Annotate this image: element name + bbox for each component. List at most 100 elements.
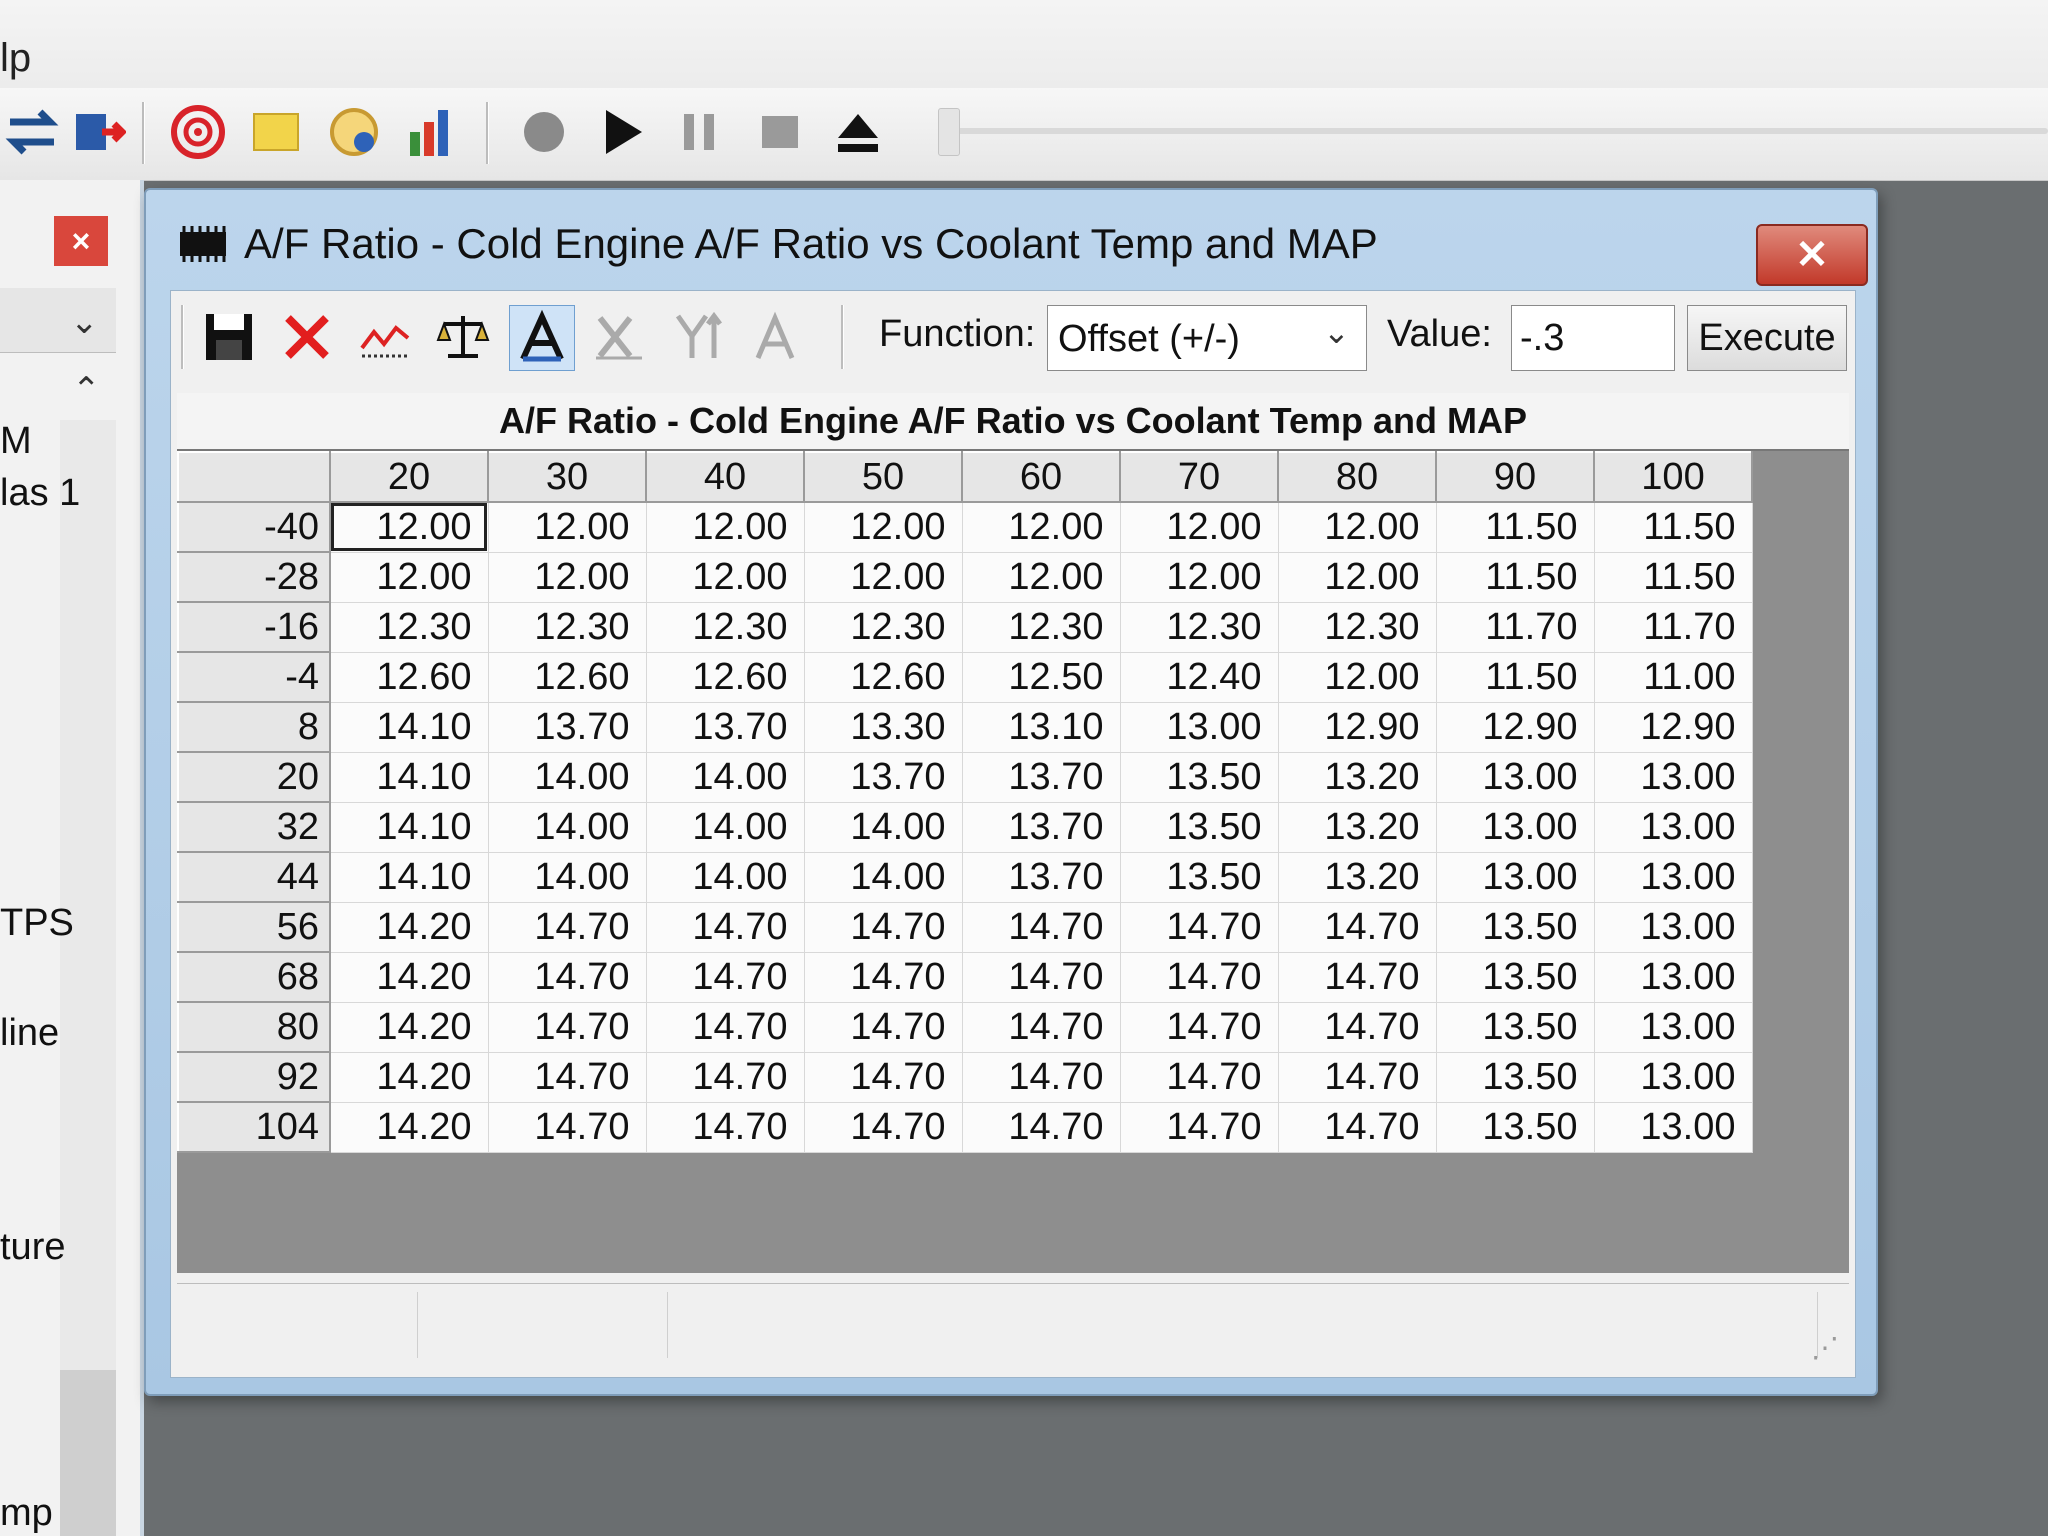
table-cell[interactable]: 13.00: [1593, 1101, 1753, 1153]
table-cell[interactable]: 14.10: [329, 701, 489, 753]
font-a-icon[interactable]: [743, 305, 807, 369]
table-cell[interactable]: 14.20: [329, 951, 489, 1003]
menu-help[interactable]: lp: [0, 36, 31, 81]
left-scroll-thumb[interactable]: [60, 1370, 116, 1536]
column-header[interactable]: 40: [645, 451, 805, 503]
table-cell[interactable]: 14.70: [1277, 1051, 1437, 1103]
table-cell[interactable]: 13.50: [1119, 751, 1279, 803]
table-cell[interactable]: 13.00: [1593, 951, 1753, 1003]
table-cell[interactable]: 12.00: [1277, 551, 1437, 603]
table-cell[interactable]: 14.10: [329, 851, 489, 903]
function-select[interactable]: Offset (+/-): [1047, 305, 1367, 371]
table-cell[interactable]: 14.70: [1119, 1051, 1279, 1103]
table-cell[interactable]: 14.70: [645, 951, 805, 1003]
table-cell[interactable]: 12.90: [1435, 701, 1595, 753]
save-icon[interactable]: [197, 305, 261, 369]
table-cell[interactable]: 13.00: [1593, 901, 1753, 953]
table-cell[interactable]: 14.70: [1277, 1001, 1437, 1053]
execute-button[interactable]: Execute: [1687, 305, 1847, 371]
table-cell[interactable]: 12.00: [487, 501, 647, 553]
table-cell[interactable]: 14.70: [487, 901, 647, 953]
left-scrollbar[interactable]: [60, 420, 116, 1536]
table-cell[interactable]: 13.10: [961, 701, 1121, 753]
table-cell[interactable]: 14.70: [803, 951, 963, 1003]
table-cell[interactable]: 14.00: [803, 851, 963, 903]
table-cell[interactable]: 14.70: [645, 1001, 805, 1053]
transfer-arrows-icon[interactable]: [0, 100, 64, 164]
table-cell[interactable]: 13.00: [1119, 701, 1279, 753]
table-cell[interactable]: 12.90: [1593, 701, 1753, 753]
table-cell[interactable]: 14.70: [645, 1051, 805, 1103]
table-cell[interactable]: 12.30: [961, 601, 1121, 653]
table-cell[interactable]: 14.70: [961, 901, 1121, 953]
table-cell[interactable]: 14.70: [961, 1101, 1121, 1153]
table-cell[interactable]: 14.70: [487, 1051, 647, 1103]
table-cell[interactable]: 13.20: [1277, 801, 1437, 853]
table-cell[interactable]: 12.30: [803, 601, 963, 653]
table-cell[interactable]: 11.00: [1593, 651, 1753, 703]
table-cell[interactable]: 12.30: [487, 601, 647, 653]
table-cell[interactable]: 13.00: [1435, 801, 1595, 853]
target-icon[interactable]: [166, 100, 230, 164]
row-header[interactable]: 80: [177, 1001, 331, 1053]
dialog-close-button[interactable]: ✕: [1756, 224, 1868, 286]
table-cell[interactable]: 12.30: [1119, 601, 1279, 653]
table-cell[interactable]: 12.40: [1119, 651, 1279, 703]
table-cell[interactable]: 13.70: [487, 701, 647, 753]
table-cell[interactable]: 14.00: [487, 801, 647, 853]
stop-icon[interactable]: [748, 100, 812, 164]
table-cell[interactable]: 11.50: [1435, 551, 1595, 603]
table-cell[interactable]: 14.70: [1119, 1101, 1279, 1153]
table-cell[interactable]: 12.30: [1277, 601, 1437, 653]
table-cell[interactable]: 14.70: [1277, 901, 1437, 953]
row-header[interactable]: 56: [177, 901, 331, 953]
table-cell[interactable]: 14.00: [487, 851, 647, 903]
table-cell[interactable]: 12.60: [645, 651, 805, 703]
table-cell[interactable]: 12.30: [329, 601, 489, 653]
row-header[interactable]: -4: [177, 651, 331, 703]
table-cell[interactable]: 14.20: [329, 1051, 489, 1103]
table-cell[interactable]: 13.70: [961, 751, 1121, 803]
table-cell[interactable]: 13.50: [1119, 851, 1279, 903]
left-panel-close-button[interactable]: ×: [54, 216, 108, 266]
column-header[interactable]: 90: [1435, 451, 1595, 503]
table-cell[interactable]: 14.10: [329, 801, 489, 853]
record-icon[interactable]: [512, 100, 576, 164]
column-header[interactable]: 30: [487, 451, 647, 503]
seek-track[interactable]: [950, 128, 2048, 134]
table-cell[interactable]: 14.70: [803, 1001, 963, 1053]
table-cell[interactable]: 14.00: [645, 801, 805, 853]
table-cell[interactable]: 14.70: [803, 1051, 963, 1103]
row-header[interactable]: 32: [177, 801, 331, 853]
table-cell[interactable]: 11.70: [1593, 601, 1753, 653]
table-cell[interactable]: 12.60: [803, 651, 963, 703]
table-cell[interactable]: 13.00: [1435, 751, 1595, 803]
table-cell[interactable]: 12.00: [961, 501, 1121, 553]
table-cell[interactable]: 12.00: [803, 501, 963, 553]
graph-icon[interactable]: [353, 305, 417, 369]
table-cell[interactable]: 13.00: [1593, 1051, 1753, 1103]
table-cell[interactable]: 12.00: [645, 551, 805, 603]
table-cell[interactable]: 12.60: [487, 651, 647, 703]
delete-icon[interactable]: [275, 305, 339, 369]
table-cell[interactable]: 14.70: [1119, 1001, 1279, 1053]
table-cell[interactable]: 12.50: [961, 651, 1121, 703]
table-cell[interactable]: 13.00: [1435, 851, 1595, 903]
table-cell[interactable]: 14.70: [645, 901, 805, 953]
row-header[interactable]: -16: [177, 601, 331, 653]
chevron-up-icon[interactable]: ⌃: [72, 370, 101, 410]
row-header[interactable]: 68: [177, 951, 331, 1003]
balance-icon[interactable]: [431, 305, 495, 369]
table-cell[interactable]: 12.00: [803, 551, 963, 603]
column-header[interactable]: 50: [803, 451, 963, 503]
table-cell[interactable]: 12.00: [1277, 501, 1437, 553]
table-cell[interactable]: 12.00: [329, 551, 489, 603]
row-header[interactable]: 104: [177, 1101, 331, 1153]
table-cell[interactable]: 14.00: [487, 751, 647, 803]
table-cell[interactable]: 14.20: [329, 901, 489, 953]
row-header[interactable]: -40: [177, 501, 331, 553]
table-cell[interactable]: 13.70: [645, 701, 805, 753]
column-header[interactable]: 70: [1119, 451, 1279, 503]
value-input[interactable]: [1511, 305, 1675, 371]
table-cell[interactable]: 14.70: [961, 1051, 1121, 1103]
